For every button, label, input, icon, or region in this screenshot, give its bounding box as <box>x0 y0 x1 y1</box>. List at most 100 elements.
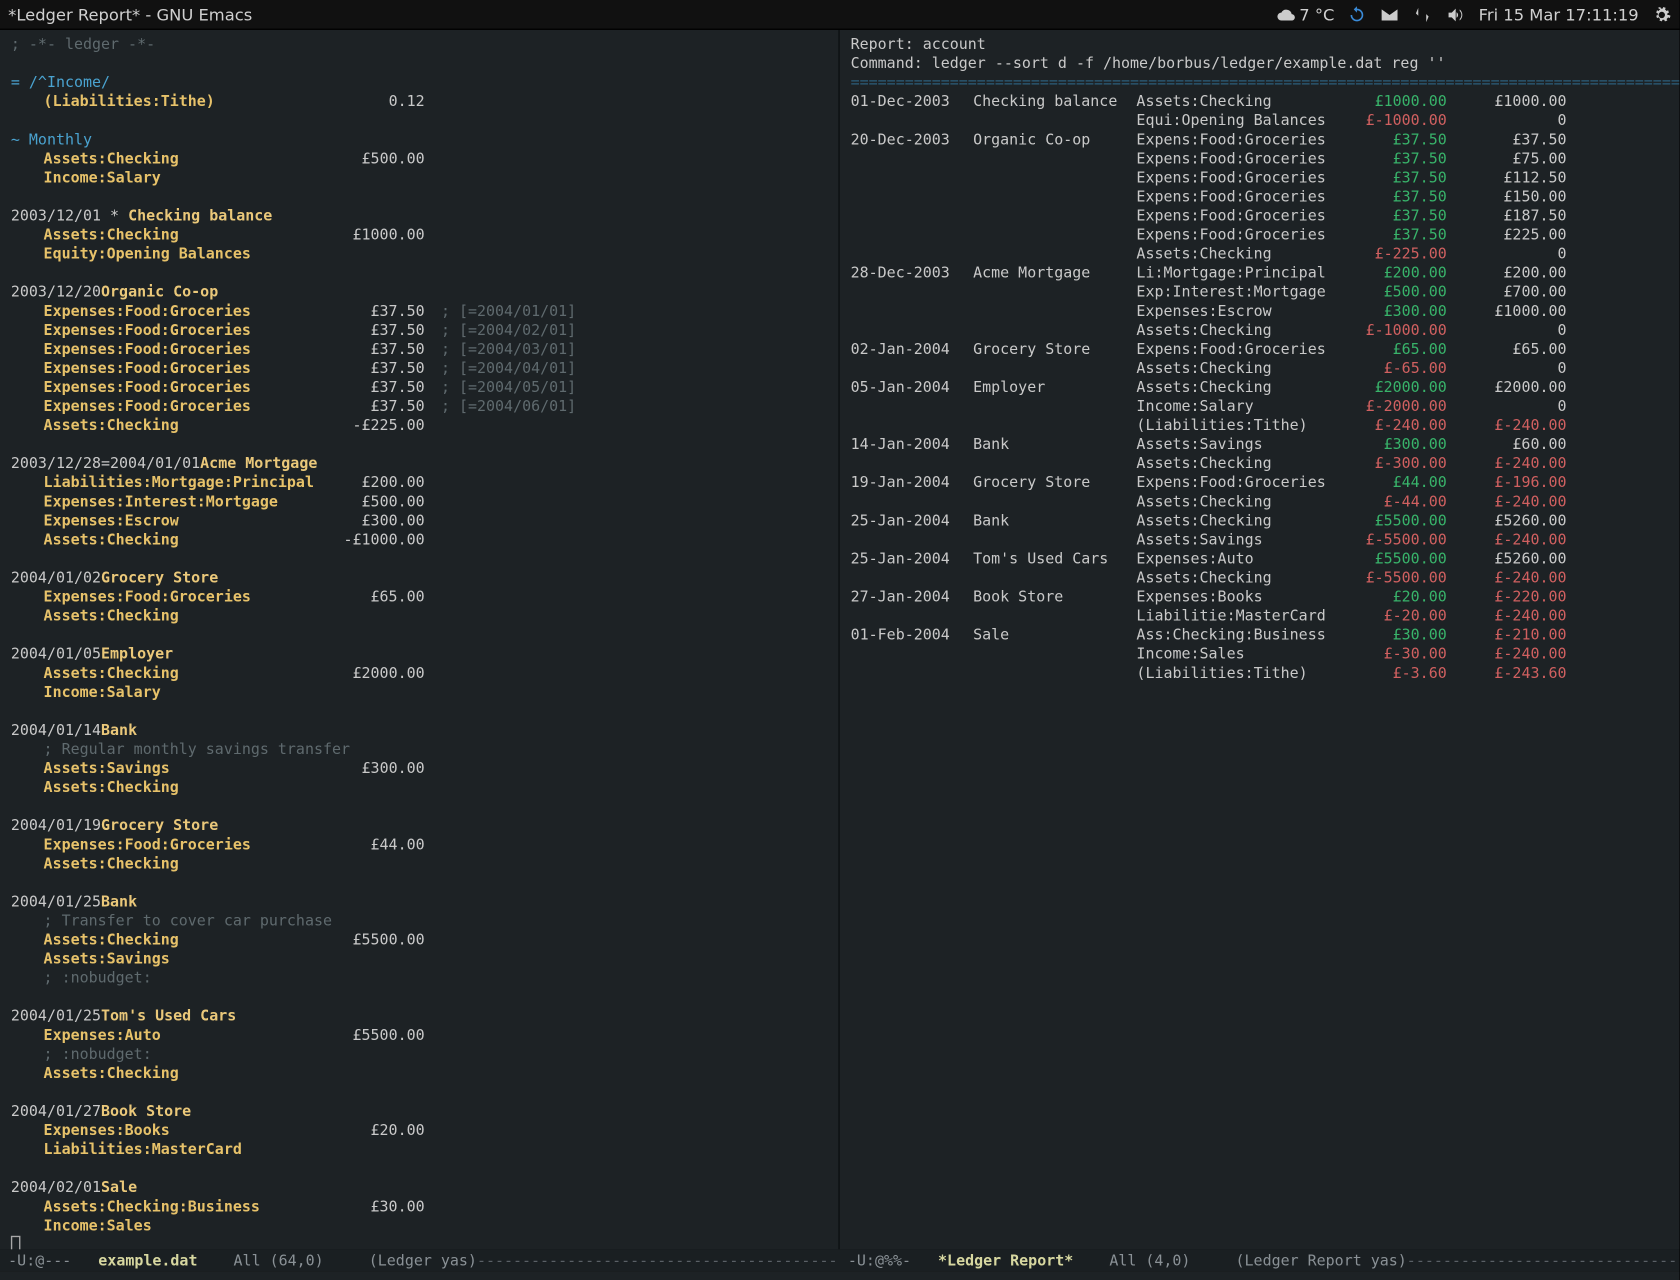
source-line[interactable]: Assets:Checking <box>11 1064 830 1083</box>
source-line[interactable]: 2004/01/19 Grocery Store <box>11 817 830 836</box>
report-title: Report: account <box>851 35 1672 54</box>
source-line[interactable]: 2004/01/14 Bank <box>11 721 830 740</box>
source-line[interactable]: Liabilities:Mortgage:Principal£200.00 <box>11 474 830 493</box>
buffer-name: *Ledger Report* <box>938 1253 1073 1268</box>
source-line[interactable]: Assets:Checking£5500.00 <box>11 931 830 950</box>
report-row[interactable]: Assets:Savings£-5500.00£-240.00 <box>851 531 1672 550</box>
source-line[interactable]: ~ Monthly <box>11 131 830 150</box>
weather-indicator[interactable]: 7 °C <box>1276 5 1334 24</box>
report-row[interactable]: (Liabilities:Tithe)£-240.00£-240.00 <box>851 416 1672 435</box>
ledger-report-buffer[interactable]: Report: accountCommand: ledger --sort d … <box>840 30 1680 689</box>
source-line[interactable]: Assets:Checking <box>11 607 830 626</box>
report-row[interactable]: Assets:Checking£-5500.00£-240.00 <box>851 569 1672 588</box>
report-row[interactable]: Exp:Interest:Mortgage£500.00£700.00 <box>851 283 1672 302</box>
report-row[interactable]: Expens:Food:Groceries£37.50£225.00 <box>851 226 1672 245</box>
source-line[interactable]: (Liabilities:Tithe)0.12 <box>11 93 830 112</box>
report-row[interactable]: 27-Jan-2004Book StoreExpenses:Books£20.0… <box>851 588 1672 607</box>
source-line[interactable]: Income:Salary <box>11 683 830 702</box>
minibuffer[interactable] <box>0 1271 1679 1280</box>
source-line[interactable]: ; Transfer to cover car purchase <box>11 912 830 931</box>
report-row[interactable]: Income:Sales£-30.00£-240.00 <box>851 645 1672 664</box>
settings-icon[interactable] <box>1652 5 1671 24</box>
source-line[interactable]: 2003/12/28=2004/01/01 Acme Mortgage <box>11 455 830 474</box>
source-line[interactable]: Income:Salary <box>11 169 830 188</box>
report-row[interactable]: 14-Jan-2004BankAssets:Savings£300.00£60.… <box>851 436 1672 455</box>
report-row[interactable]: Expens:Food:Groceries£37.50£112.50 <box>851 169 1672 188</box>
source-line[interactable]: ; :nobudget: <box>11 1045 830 1064</box>
report-row[interactable]: Assets:Checking£-44.00£-240.00 <box>851 493 1672 512</box>
report-row[interactable]: 20-Dec-2003Organic Co-opExpens:Food:Groc… <box>851 131 1672 150</box>
source-line[interactable]: 2003/12/20 Organic Co-op <box>11 283 830 302</box>
source-line[interactable]: Expenses:Food:Groceries£37.50; [=2004/04… <box>11 359 830 378</box>
source-line[interactable]: Expenses:Escrow£300.00 <box>11 512 830 531</box>
source-line[interactable]: 2004/01/02 Grocery Store <box>11 569 830 588</box>
report-row[interactable]: 25-Jan-2004Tom's Used CarsExpenses:Auto£… <box>851 550 1672 569</box>
volume-icon[interactable] <box>1446 5 1465 24</box>
report-row[interactable]: Assets:Checking£-1000.000 <box>851 321 1672 340</box>
left-pane-ledger-source[interactable]: ; -*- ledger -*- = /^Income/(Liabilities:… <box>0 30 840 1249</box>
source-line[interactable]: 2004/02/01 Sale <box>11 1179 830 1198</box>
mode-line-left[interactable]: -U:@--- example.dat All (64,0) (Ledger y… <box>0 1253 840 1268</box>
source-line[interactable]: Equity:Opening Balances <box>11 245 830 264</box>
report-row[interactable]: 28-Dec-2003Acme MortgageLi:Mortgage:Prin… <box>851 264 1672 283</box>
report-row[interactable]: Expens:Food:Groceries£37.50£75.00 <box>851 150 1672 169</box>
source-line[interactable]: Expenses:Books£20.00 <box>11 1121 830 1140</box>
top-panel: *Ledger Report* - GNU Emacs 7 °C Fri 15 … <box>0 0 1679 30</box>
report-row[interactable]: 05-Jan-2004EmployerAssets:Checking£2000.… <box>851 378 1672 397</box>
report-row[interactable]: Assets:Checking£-300.00£-240.00 <box>851 455 1672 474</box>
source-line[interactable]: Income:Sales <box>11 1217 830 1236</box>
source-line[interactable]: Expenses:Food:Groceries£65.00 <box>11 588 830 607</box>
report-row[interactable]: Assets:Checking£-65.000 <box>851 359 1672 378</box>
source-line[interactable]: Assets:Checking£1000.00 <box>11 226 830 245</box>
source-line[interactable]: Assets:Checking <box>11 855 830 874</box>
report-row[interactable]: 19-Jan-2004Grocery StoreExpens:Food:Groc… <box>851 474 1672 493</box>
source-line[interactable]: Assets:Checking <box>11 778 830 797</box>
source-line[interactable]: Expenses:Food:Groceries£44.00 <box>11 836 830 855</box>
source-line[interactable]: Expenses:Food:Groceries£37.50; [=2004/05… <box>11 378 830 397</box>
source-line[interactable]: Assets:Savings <box>11 950 830 969</box>
source-line[interactable]: ; :nobudget: <box>11 969 830 988</box>
source-line[interactable]: Expenses:Food:Groceries£37.50; [=2004/03… <box>11 340 830 359</box>
text-cursor <box>11 1236 21 1250</box>
source-line[interactable]: Expenses:Food:Groceries£37.50; [=2004/02… <box>11 321 830 340</box>
source-line[interactable]: Expenses:Interest:Mortgage£500.00 <box>11 493 830 512</box>
source-line[interactable]: 2004/01/27 Book Store <box>11 1102 830 1121</box>
source-line[interactable]: Assets:Checking:Business£30.00 <box>11 1198 830 1217</box>
mode-line-right[interactable]: -U:@%%- *Ledger Report* All (4,0) (Ledge… <box>840 1253 1680 1268</box>
report-row[interactable]: Expenses:Escrow£300.00£1000.00 <box>851 302 1672 321</box>
ledger-source-buffer[interactable]: ; -*- ledger -*- = /^Income/(Liabilities:… <box>0 30 838 1249</box>
source-line[interactable]: Expenses:Food:Groceries£37.50; [=2004/06… <box>11 397 830 416</box>
source-line[interactable]: Expenses:Auto£5500.00 <box>11 1026 830 1045</box>
report-row[interactable]: Expens:Food:Groceries£37.50£150.00 <box>851 188 1672 207</box>
source-line[interactable]: Assets:Checking-£225.00 <box>11 416 830 435</box>
report-row[interactable]: 02-Jan-2004Grocery StoreExpens:Food:Groc… <box>851 340 1672 359</box>
report-row[interactable]: (Liabilities:Tithe)£-3.60£-243.60 <box>851 664 1672 683</box>
report-row[interactable]: Liabilitie:MasterCard£-20.00£-240.00 <box>851 607 1672 626</box>
report-row[interactable]: 25-Jan-2004BankAssets:Checking£5500.00£5… <box>851 512 1672 531</box>
source-line[interactable]: Assets:Savings£300.00 <box>11 759 830 778</box>
report-row[interactable]: Expens:Food:Groceries£37.50£187.50 <box>851 207 1672 226</box>
emacs-frame: ; -*- ledger -*-= /^Income/(Liabilities:… <box>0 30 1679 1249</box>
report-row[interactable]: Income:Salary£-2000.000 <box>851 397 1672 416</box>
refresh-icon[interactable] <box>1348 5 1367 24</box>
source-line[interactable]: Liabilities:MasterCard <box>11 1141 830 1160</box>
clock[interactable]: Fri 15 Mar 17:11:19 <box>1479 6 1639 22</box>
source-line[interactable]: 2004/01/25 Bank <box>11 893 830 912</box>
source-line[interactable]: Assets:Checking-£1000.00 <box>11 531 830 550</box>
report-row[interactable]: Assets:Checking£-225.000 <box>851 245 1672 264</box>
right-pane-ledger-report[interactable]: Report: accountCommand: ledger --sort d … <box>840 30 1680 1249</box>
report-row[interactable]: 01-Feb-2004SaleAss:Checking:Business£30.… <box>851 626 1672 645</box>
source-line[interactable]: ; -*- ledger -*- <box>11 35 830 54</box>
source-line[interactable]: = /^Income/ <box>11 73 830 92</box>
report-row[interactable]: 01-Dec-2003Checking balanceAssets:Checki… <box>851 93 1672 112</box>
source-line[interactable]: 2003/12/01 * Checking balance <box>11 207 830 226</box>
source-line[interactable]: ; Regular monthly savings transfer <box>11 740 830 759</box>
mail-icon[interactable] <box>1381 5 1400 24</box>
source-line[interactable]: Assets:Checking£2000.00 <box>11 664 830 683</box>
source-line[interactable]: Expenses:Food:Groceries£37.50; [=2004/01… <box>11 302 830 321</box>
source-line[interactable]: 2004/01/25 Tom's Used Cars <box>11 1007 830 1026</box>
report-row[interactable]: Equi:Opening Balances£-1000.000 <box>851 112 1672 131</box>
source-line[interactable]: 2004/01/05 Employer <box>11 645 830 664</box>
network-icon[interactable] <box>1413 5 1432 24</box>
source-line[interactable]: Assets:Checking£500.00 <box>11 150 830 169</box>
